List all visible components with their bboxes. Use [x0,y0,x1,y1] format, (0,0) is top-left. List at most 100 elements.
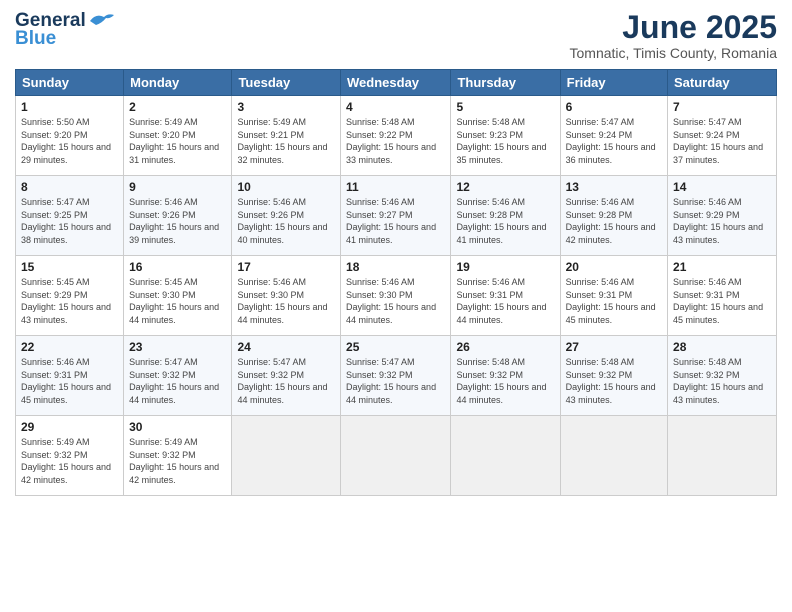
day-info: Sunrise: 5:48 AMSunset: 9:32 PMDaylight:… [673,357,763,405]
logo-bird-icon [88,11,116,31]
calendar-cell: 20 Sunrise: 5:46 AMSunset: 9:31 PMDaylig… [560,256,667,336]
calendar-cell: 30 Sunrise: 5:49 AMSunset: 9:32 PMDaylig… [124,416,232,496]
col-monday: Monday [124,70,232,96]
calendar-cell: 8 Sunrise: 5:47 AMSunset: 9:25 PMDayligh… [16,176,124,256]
day-number: 19 [456,260,554,274]
day-number: 21 [673,260,771,274]
day-info: Sunrise: 5:46 AMSunset: 9:31 PMDaylight:… [673,277,763,325]
day-info: Sunrise: 5:45 AMSunset: 9:30 PMDaylight:… [129,277,219,325]
day-number: 11 [346,180,445,194]
calendar-cell: 5 Sunrise: 5:48 AMSunset: 9:23 PMDayligh… [451,96,560,176]
day-info: Sunrise: 5:48 AMSunset: 9:22 PMDaylight:… [346,117,436,165]
day-number: 22 [21,340,118,354]
day-info: Sunrise: 5:46 AMSunset: 9:30 PMDaylight:… [237,277,327,325]
calendar-cell: 29 Sunrise: 5:49 AMSunset: 9:32 PMDaylig… [16,416,124,496]
calendar-cell: 4 Sunrise: 5:48 AMSunset: 9:22 PMDayligh… [341,96,451,176]
day-info: Sunrise: 5:48 AMSunset: 9:32 PMDaylight:… [566,357,656,405]
col-friday: Friday [560,70,667,96]
day-number: 25 [346,340,445,354]
calendar-row: 22 Sunrise: 5:46 AMSunset: 9:31 PMDaylig… [16,336,777,416]
day-number: 5 [456,100,554,114]
day-info: Sunrise: 5:48 AMSunset: 9:23 PMDaylight:… [456,117,546,165]
header: General Blue June 2025 Tomnatic, Timis C… [15,10,777,61]
day-number: 23 [129,340,226,354]
calendar-cell: 13 Sunrise: 5:46 AMSunset: 9:28 PMDaylig… [560,176,667,256]
calendar-row: 1 Sunrise: 5:50 AMSunset: 9:20 PMDayligh… [16,96,777,176]
day-number: 2 [129,100,226,114]
col-thursday: Thursday [451,70,560,96]
calendar-cell: 16 Sunrise: 5:45 AMSunset: 9:30 PMDaylig… [124,256,232,336]
calendar-cell: 9 Sunrise: 5:46 AMSunset: 9:26 PMDayligh… [124,176,232,256]
calendar-cell: 10 Sunrise: 5:46 AMSunset: 9:26 PMDaylig… [232,176,341,256]
day-info: Sunrise: 5:46 AMSunset: 9:31 PMDaylight:… [566,277,656,325]
calendar-cell: 24 Sunrise: 5:47 AMSunset: 9:32 PMDaylig… [232,336,341,416]
day-number: 8 [21,180,118,194]
calendar-table: Sunday Monday Tuesday Wednesday Thursday… [15,69,777,496]
calendar-cell: 18 Sunrise: 5:46 AMSunset: 9:30 PMDaylig… [341,256,451,336]
calendar-row: 8 Sunrise: 5:47 AMSunset: 9:25 PMDayligh… [16,176,777,256]
day-number: 18 [346,260,445,274]
day-number: 16 [129,260,226,274]
day-number: 10 [237,180,335,194]
calendar-cell [560,416,667,496]
calendar-cell: 23 Sunrise: 5:47 AMSunset: 9:32 PMDaylig… [124,336,232,416]
calendar-cell: 3 Sunrise: 5:49 AMSunset: 9:21 PMDayligh… [232,96,341,176]
day-info: Sunrise: 5:47 AMSunset: 9:32 PMDaylight:… [237,357,327,405]
day-info: Sunrise: 5:46 AMSunset: 9:27 PMDaylight:… [346,197,436,245]
page: General Blue June 2025 Tomnatic, Timis C… [0,0,792,612]
day-number: 27 [566,340,662,354]
day-number: 6 [566,100,662,114]
calendar-cell [232,416,341,496]
calendar-cell: 2 Sunrise: 5:49 AMSunset: 9:20 PMDayligh… [124,96,232,176]
day-info: Sunrise: 5:49 AMSunset: 9:20 PMDaylight:… [129,117,219,165]
day-info: Sunrise: 5:46 AMSunset: 9:30 PMDaylight:… [346,277,436,325]
day-info: Sunrise: 5:49 AMSunset: 9:21 PMDaylight:… [237,117,327,165]
calendar-cell [341,416,451,496]
calendar-cell: 28 Sunrise: 5:48 AMSunset: 9:32 PMDaylig… [668,336,777,416]
day-info: Sunrise: 5:49 AMSunset: 9:32 PMDaylight:… [21,437,111,485]
day-info: Sunrise: 5:50 AMSunset: 9:20 PMDaylight:… [21,117,111,165]
day-number: 12 [456,180,554,194]
col-sunday: Sunday [16,70,124,96]
calendar-cell [451,416,560,496]
calendar-cell: 17 Sunrise: 5:46 AMSunset: 9:30 PMDaylig… [232,256,341,336]
day-number: 29 [21,420,118,434]
calendar-cell: 1 Sunrise: 5:50 AMSunset: 9:20 PMDayligh… [16,96,124,176]
day-number: 28 [673,340,771,354]
calendar-row: 15 Sunrise: 5:45 AMSunset: 9:29 PMDaylig… [16,256,777,336]
day-info: Sunrise: 5:46 AMSunset: 9:26 PMDaylight:… [237,197,327,245]
day-info: Sunrise: 5:47 AMSunset: 9:25 PMDaylight:… [21,197,111,245]
calendar-cell: 6 Sunrise: 5:47 AMSunset: 9:24 PMDayligh… [560,96,667,176]
col-wednesday: Wednesday [341,70,451,96]
day-info: Sunrise: 5:47 AMSunset: 9:24 PMDaylight:… [673,117,763,165]
title-area: June 2025 Tomnatic, Timis County, Romani… [570,10,777,61]
logo-line2: Blue [15,28,56,50]
calendar-cell: 27 Sunrise: 5:48 AMSunset: 9:32 PMDaylig… [560,336,667,416]
day-info: Sunrise: 5:46 AMSunset: 9:29 PMDaylight:… [673,197,763,245]
calendar-cell: 7 Sunrise: 5:47 AMSunset: 9:24 PMDayligh… [668,96,777,176]
day-number: 26 [456,340,554,354]
calendar-cell: 14 Sunrise: 5:46 AMSunset: 9:29 PMDaylig… [668,176,777,256]
calendar-row: 29 Sunrise: 5:49 AMSunset: 9:32 PMDaylig… [16,416,777,496]
day-info: Sunrise: 5:45 AMSunset: 9:29 PMDaylight:… [21,277,111,325]
day-number: 13 [566,180,662,194]
day-number: 30 [129,420,226,434]
calendar-cell: 25 Sunrise: 5:47 AMSunset: 9:32 PMDaylig… [341,336,451,416]
calendar-cell: 21 Sunrise: 5:46 AMSunset: 9:31 PMDaylig… [668,256,777,336]
calendar-cell: 11 Sunrise: 5:46 AMSunset: 9:27 PMDaylig… [341,176,451,256]
day-info: Sunrise: 5:46 AMSunset: 9:28 PMDaylight:… [566,197,656,245]
subtitle: Tomnatic, Timis County, Romania [570,45,777,61]
day-number: 17 [237,260,335,274]
day-number: 1 [21,100,118,114]
day-number: 14 [673,180,771,194]
day-info: Sunrise: 5:48 AMSunset: 9:32 PMDaylight:… [456,357,546,405]
day-info: Sunrise: 5:46 AMSunset: 9:26 PMDaylight:… [129,197,219,245]
logo: General Blue [15,10,116,50]
calendar-cell: 26 Sunrise: 5:48 AMSunset: 9:32 PMDaylig… [451,336,560,416]
month-title: June 2025 [570,10,777,45]
day-info: Sunrise: 5:46 AMSunset: 9:31 PMDaylight:… [456,277,546,325]
day-number: 9 [129,180,226,194]
day-number: 4 [346,100,445,114]
day-info: Sunrise: 5:46 AMSunset: 9:31 PMDaylight:… [21,357,111,405]
day-info: Sunrise: 5:46 AMSunset: 9:28 PMDaylight:… [456,197,546,245]
